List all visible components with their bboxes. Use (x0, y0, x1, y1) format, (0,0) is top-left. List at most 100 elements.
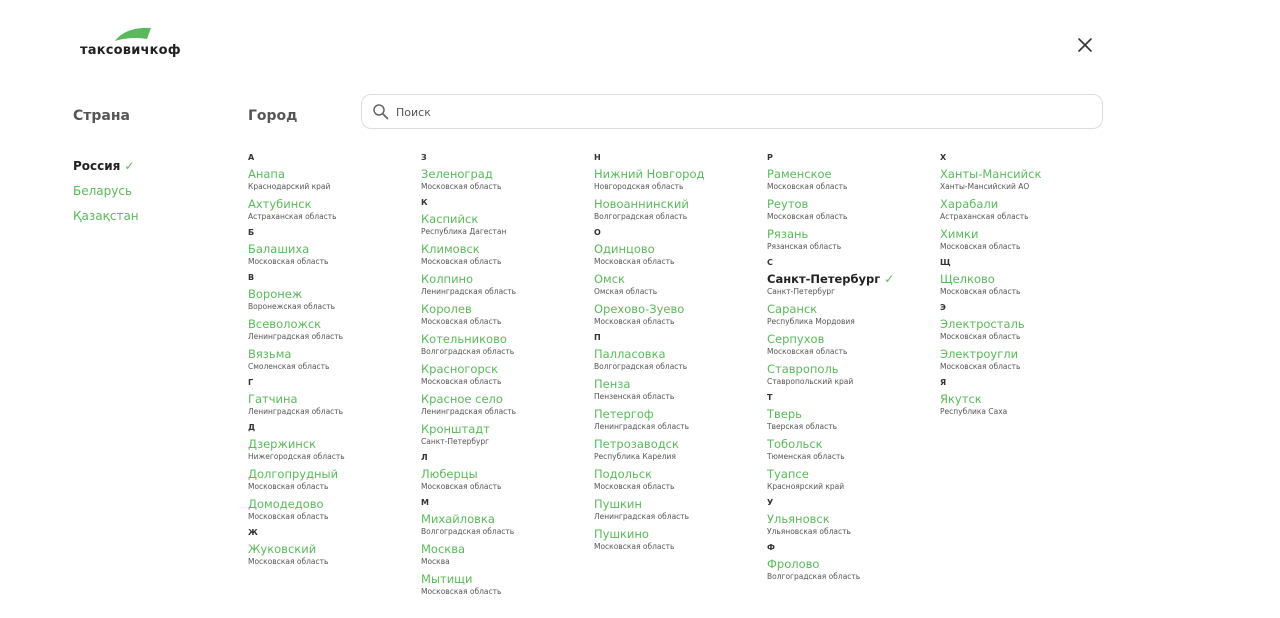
city-region: Ханты-Мансийский АО (940, 182, 1030, 191)
city-item[interactable]: Кронштадт Санкт-Петербург (421, 422, 594, 452)
city-item[interactable]: Туапсе Красноярский край (767, 467, 940, 497)
city-item[interactable]: Пушкин Ленинградская область (594, 497, 767, 527)
city-region: Волгоградская область (767, 572, 861, 581)
city-item[interactable]: Тобольск Тюменская область (767, 437, 940, 467)
city-item[interactable]: Каспийск Республика Дагестан (421, 212, 594, 242)
city-name: Колпино (421, 272, 474, 286)
city-region: Московская область (421, 377, 502, 386)
city-item[interactable]: Михайловка Волгоградская область (421, 512, 594, 542)
alphabet-letter: М (421, 498, 429, 507)
city-item[interactable]: Серпухов Московская область (767, 332, 940, 362)
city-item[interactable]: Дзержинск Нижегородская область (248, 437, 421, 467)
city-item[interactable]: Петрозаводск Республика Карелия (594, 437, 767, 467)
brand-name: таксовичкоф (80, 43, 181, 58)
city-name: Щелково (940, 272, 995, 286)
city-item[interactable]: Рязань Рязанская область (767, 227, 940, 257)
brand-logo[interactable]: таксовичкоф (80, 27, 190, 61)
city-item[interactable]: Красногорск Московская область (421, 362, 594, 392)
city-name: Ханты-Мансийск (940, 167, 1042, 181)
city-name: Кронштадт (421, 422, 490, 436)
city-item[interactable]: Харабали Астраханская область (940, 197, 1113, 227)
search-box[interactable] (361, 94, 1103, 129)
country-item-belarus[interactable]: Беларусь (73, 178, 139, 203)
city-item[interactable]: Омск Омская область (594, 272, 767, 302)
country-label: Беларусь (73, 183, 133, 198)
city-name: Раменское (767, 167, 832, 181)
city-item[interactable]: Мытищи Московская область (421, 572, 594, 602)
city-item[interactable]: Электросталь Московская область (940, 317, 1113, 347)
city-item[interactable]: Раменское Московская область (767, 167, 940, 197)
city-item[interactable]: Жуковский Московская область (248, 542, 421, 572)
city-item[interactable]: Подольск Московская область (594, 467, 767, 497)
city-item[interactable]: Домодедово Московская область (248, 497, 421, 527)
city-item[interactable]: Красное село Ленинградская область (421, 392, 594, 422)
city-name: Серпухов (767, 332, 825, 346)
city-item[interactable]: Воронеж Воронежская область (248, 287, 421, 317)
city-item[interactable]: Вязьма Смоленская область (248, 347, 421, 377)
city-item[interactable]: Новоаннинский Волгоградская область (594, 197, 767, 227)
city-item[interactable]: Котельниково Волгоградская область (421, 332, 594, 362)
city-item[interactable]: Анапа Краснодарский край (248, 167, 421, 197)
city-item[interactable]: Химки Московская область (940, 227, 1113, 257)
city-region: Московская область (421, 257, 502, 266)
city-name: Красное село (421, 392, 503, 406)
city-item[interactable]: Долгопрудный Московская область (248, 467, 421, 497)
city-region: Волгоградская область (421, 347, 515, 356)
city-item[interactable]: Орехово-Зуево Московская область (594, 302, 767, 332)
alphabet-letter: Щ (940, 258, 951, 267)
city-item[interactable]: Фролово Волгоградская область (767, 557, 940, 587)
city-item[interactable]: Электроугли Московская область (940, 347, 1113, 377)
city-item[interactable]: Колпино Ленинградская область (421, 272, 594, 302)
city-name: Петергоф (594, 407, 654, 421)
city-item[interactable]: Климовск Московская область (421, 242, 594, 272)
alphabet-letter: О (594, 228, 601, 237)
city-item[interactable]: Нижний Новгород Новгородская область (594, 167, 767, 197)
alphabet-letter: Г (248, 378, 254, 387)
city-item[interactable]: Якутск Республика Саха (940, 392, 1113, 422)
city-region: Московская область (767, 182, 848, 191)
country-item-kazakhstan[interactable]: Қазақстан (73, 203, 139, 228)
city-item[interactable]: Реутов Московская область (767, 197, 940, 227)
city-item[interactable]: Люберцы Московская область (421, 467, 594, 497)
city-region: Астраханская область (940, 212, 1029, 221)
city-name: Химки (940, 227, 979, 241)
city-region: Московская область (594, 317, 675, 326)
city-item[interactable]: Ульяновск Ульяновская область (767, 512, 940, 542)
city-columns: А Анапа Краснодарский край Ахтубинск Астраха… (248, 152, 1113, 602)
country-item-russia[interactable]: Россия ✓ (73, 153, 139, 178)
city-item[interactable]: Москва Москва (421, 542, 594, 572)
city-item[interactable]: Щелково Московская область (940, 272, 1113, 302)
city-item[interactable]: Пенза Пензенская область (594, 377, 767, 407)
city-region: Ленинградская область (421, 407, 517, 416)
city-item[interactable]: Ахтубинск Астраханская область (248, 197, 421, 227)
city-item[interactable]: Тверь Тверская область (767, 407, 940, 437)
city-column: А Анапа Краснодарский край Ахтубинск Астраха… (248, 152, 421, 602)
city-item[interactable]: Гатчина Ленинградская область (248, 392, 421, 422)
city-item[interactable]: Ставрополь Ставропольский край (767, 362, 940, 392)
city-item[interactable]: Всеволожск Ленинградская область (248, 317, 421, 347)
city-item[interactable]: Саранск Республика Мордовия (767, 302, 940, 332)
city-item[interactable]: Пушкино Московская область (594, 527, 767, 557)
city-item[interactable]: Санкт-Петербург ✓ Санкт-Петербург (767, 272, 940, 302)
close-icon (1078, 38, 1092, 52)
city-item[interactable]: Зеленоград Московская область (421, 167, 594, 197)
search-input[interactable] (396, 103, 1086, 121)
city-name: Долгопрудный (248, 467, 339, 481)
city-name: Саранск (767, 302, 818, 316)
city-name: Москва (421, 542, 466, 556)
city-region: Омская область (594, 287, 658, 296)
city-region: Волгоградская область (421, 527, 515, 536)
alphabet-letter: Б (248, 228, 255, 237)
city-item[interactable]: Одинцово Московская область (594, 242, 767, 272)
country-label: Россия (73, 158, 121, 173)
city-region: Московская область (248, 257, 329, 266)
city-item[interactable]: Ханты-Мансийск Ханты-Мансийский АО (940, 167, 1113, 197)
city-item[interactable]: Королев Московская область (421, 302, 594, 332)
close-button[interactable] (1074, 34, 1096, 56)
city-name: Орехово-Зуево (594, 302, 685, 316)
city-region: Смоленская область (248, 362, 330, 371)
city-item[interactable]: Петергоф Ленинградская область (594, 407, 767, 437)
city-item[interactable]: Палласовка Волгоградская область (594, 347, 767, 377)
city-item[interactable]: Балашиха Московская область (248, 242, 421, 272)
city-region: Республика Карелия (594, 452, 676, 461)
